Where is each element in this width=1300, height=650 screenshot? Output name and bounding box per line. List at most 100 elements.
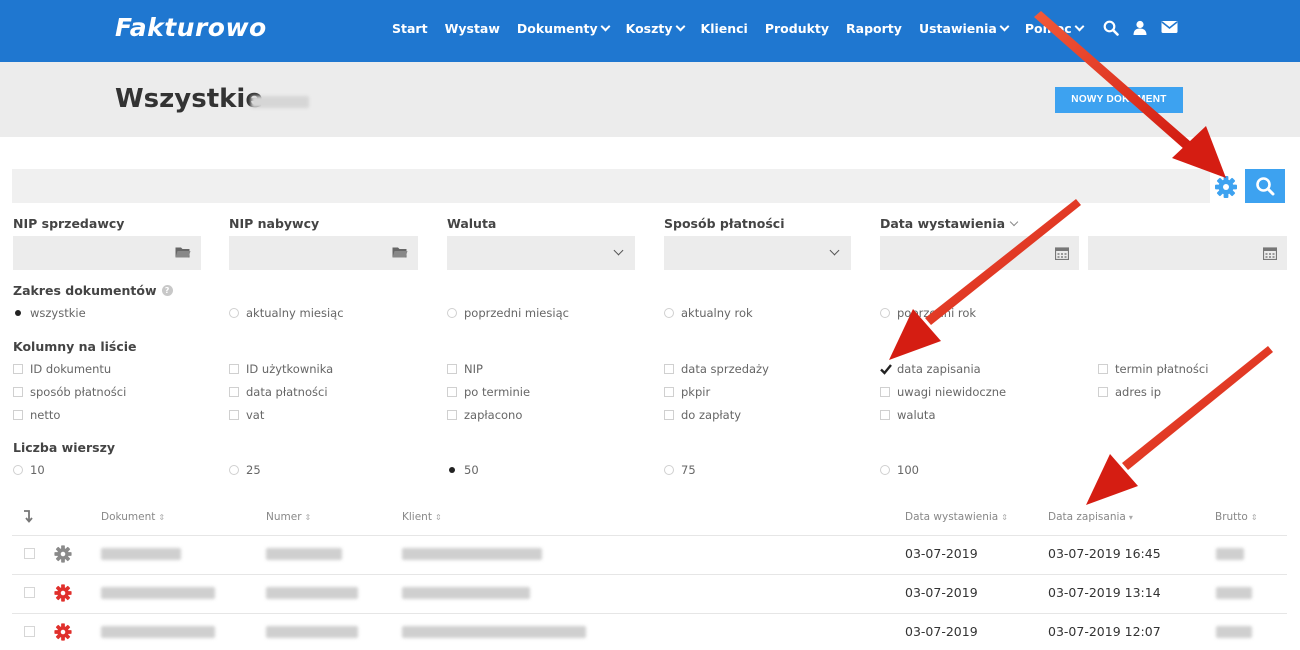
nav-item-pomoc[interactable]: Pomoc <box>1025 21 1085 36</box>
column-option-zaplacono[interactable]: zapłacono <box>447 408 522 422</box>
column-header-numer[interactable]: Numer ⇕ <box>266 511 311 523</box>
zakres-option-aktualny-miesiac[interactable]: aktualny miesiąc <box>229 306 344 320</box>
date-from-input[interactable] <box>880 236 1079 270</box>
folder-icon[interactable] <box>175 246 191 259</box>
date-to-input[interactable] <box>1088 236 1287 270</box>
column-option-do-zaplaty[interactable]: do zapłaty <box>664 408 741 422</box>
nav-item-produkty[interactable]: Produkty <box>765 21 829 36</box>
column-option-id-dokumentu[interactable]: ID dokumentu <box>13 362 111 376</box>
radio[interactable] <box>664 308 674 318</box>
radio[interactable] <box>880 308 890 318</box>
zakres-option-poprzedni-rok[interactable]: poprzedni rok <box>880 306 976 320</box>
checkbox[interactable] <box>229 364 239 374</box>
help-icon[interactable]: ? <box>161 285 173 296</box>
nav-item-dokumenty[interactable]: Dokumenty <box>517 21 611 36</box>
checkbox[interactable] <box>13 364 23 374</box>
zakres-label-text: Zakres dokumentów <box>13 283 157 298</box>
filter-label-nip-sprzedawcy: NIP sprzedawcy <box>13 216 125 231</box>
checkmark-icon[interactable] <box>880 363 892 375</box>
radio[interactable] <box>229 465 239 475</box>
checkbox[interactable] <box>447 387 457 397</box>
column-option-data-platnosci[interactable]: data płatności <box>229 385 328 399</box>
nav-item-klienci[interactable]: Klienci <box>701 21 748 36</box>
radio[interactable] <box>13 465 23 475</box>
calendar-icon[interactable] <box>1263 246 1277 260</box>
checkbox[interactable] <box>664 364 674 374</box>
waluta-select[interactable] <box>447 236 635 270</box>
column-option-adres-ip[interactable]: adres ip <box>1098 385 1161 399</box>
envelope-icon[interactable] <box>1161 20 1178 34</box>
checkbox[interactable] <box>664 387 674 397</box>
rows-option-25[interactable]: 25 <box>229 463 261 477</box>
folder-icon[interactable] <box>392 246 408 259</box>
search-settings-button[interactable] <box>1212 173 1240 201</box>
filter-label-data-wystawienia[interactable]: Data wystawienia <box>880 216 1019 231</box>
checkbox[interactable] <box>229 387 239 397</box>
sort-arrow-icon[interactable] <box>22 509 34 523</box>
column-header-data-wystawienia[interactable]: Data wystawienia ⇕ <box>905 511 1008 523</box>
column-option-data-sprzedazy[interactable]: data sprzedaży <box>664 362 769 376</box>
checkbox[interactable] <box>13 387 23 397</box>
column-option-waluta[interactable]: waluta <box>880 408 936 422</box>
new-document-button[interactable]: NOWY DOKUMENT <box>1055 87 1183 113</box>
column-option-id-uzytkownika[interactable]: ID użytkownika <box>229 362 333 376</box>
checkbox[interactable] <box>1098 364 1108 374</box>
sposob-platnosci-select[interactable] <box>664 236 851 270</box>
nip-sprzedawcy-input[interactable] <box>13 236 201 270</box>
checkbox[interactable] <box>880 410 890 420</box>
zakres-option-wszystkie[interactable]: wszystkie <box>13 306 86 320</box>
radio[interactable] <box>880 465 890 475</box>
user-icon[interactable] <box>1133 20 1147 36</box>
search-icon[interactable] <box>1103 20 1119 36</box>
checkbox[interactable] <box>13 410 23 420</box>
row-gear-icon[interactable] <box>53 583 73 603</box>
search-input[interactable] <box>12 169 1210 203</box>
row-checkbox[interactable] <box>24 587 35 598</box>
column-option-data-zapisania[interactable]: data zapisania <box>880 362 981 376</box>
nav-item-raporty[interactable]: Raporty <box>846 21 902 36</box>
checkbox[interactable] <box>664 410 674 420</box>
row-gear-icon[interactable] <box>53 544 73 564</box>
checkbox[interactable] <box>447 410 457 420</box>
column-header-brutto[interactable]: Brutto ⇕ <box>1215 511 1258 523</box>
checkbox[interactable] <box>880 387 890 397</box>
row-checkbox[interactable] <box>24 548 35 559</box>
rows-option-75[interactable]: 75 <box>664 463 696 477</box>
rows-option-50[interactable]: 50 <box>447 463 479 477</box>
column-option-uwagi-niewidoczne[interactable]: uwagi niewidoczne <box>880 385 1006 399</box>
column-option-netto[interactable]: netto <box>13 408 60 422</box>
calendar-icon[interactable] <box>1055 246 1069 260</box>
nav-item-start[interactable]: Start <box>392 21 428 36</box>
row-checkbox[interactable] <box>24 626 35 637</box>
header-text: Brutto <box>1215 511 1248 523</box>
radio[interactable] <box>664 465 674 475</box>
nav-item-wystaw[interactable]: Wystaw <box>445 21 500 36</box>
checkbox[interactable] <box>229 410 239 420</box>
column-option-nip[interactable]: NIP <box>447 362 483 376</box>
column-option-sposob-platnosci[interactable]: sposób płatności <box>13 385 126 399</box>
radio-selected[interactable] <box>13 308 23 318</box>
nav-item-ustawienia[interactable]: Ustawienia <box>919 21 1010 36</box>
cell-data-wystawienia: 03-07-2019 <box>905 546 978 561</box>
rows-option-100[interactable]: 100 <box>880 463 919 477</box>
column-option-vat[interactable]: vat <box>229 408 264 422</box>
checkbox[interactable] <box>447 364 457 374</box>
column-option-pkpir[interactable]: pkpir <box>664 385 710 399</box>
radio[interactable] <box>229 308 239 318</box>
checkbox[interactable] <box>1098 387 1108 397</box>
radio-selected[interactable] <box>447 465 457 475</box>
column-option-po-terminie[interactable]: po terminie <box>447 385 530 399</box>
column-header-dokument[interactable]: Dokument ⇕ <box>101 511 165 523</box>
column-header-data-zapisania[interactable]: Data zapisania ▾ <box>1048 511 1133 523</box>
logo[interactable]: Fakturowo <box>115 13 267 42</box>
search-button[interactable] <box>1245 169 1285 203</box>
column-header-klient[interactable]: Klient ⇕ <box>402 511 442 523</box>
column-option-termin-platnosci[interactable]: termin płatności <box>1098 362 1208 376</box>
rows-option-10[interactable]: 10 <box>13 463 45 477</box>
row-gear-icon[interactable] <box>53 622 73 642</box>
radio[interactable] <box>447 308 457 318</box>
zakres-option-aktualny-rok[interactable]: aktualny rok <box>664 306 753 320</box>
nav-item-koszty[interactable]: Koszty <box>626 21 685 36</box>
zakres-option-poprzedni-miesiac[interactable]: poprzedni miesiąc <box>447 306 569 320</box>
nip-nabywcy-input[interactable] <box>229 236 418 270</box>
